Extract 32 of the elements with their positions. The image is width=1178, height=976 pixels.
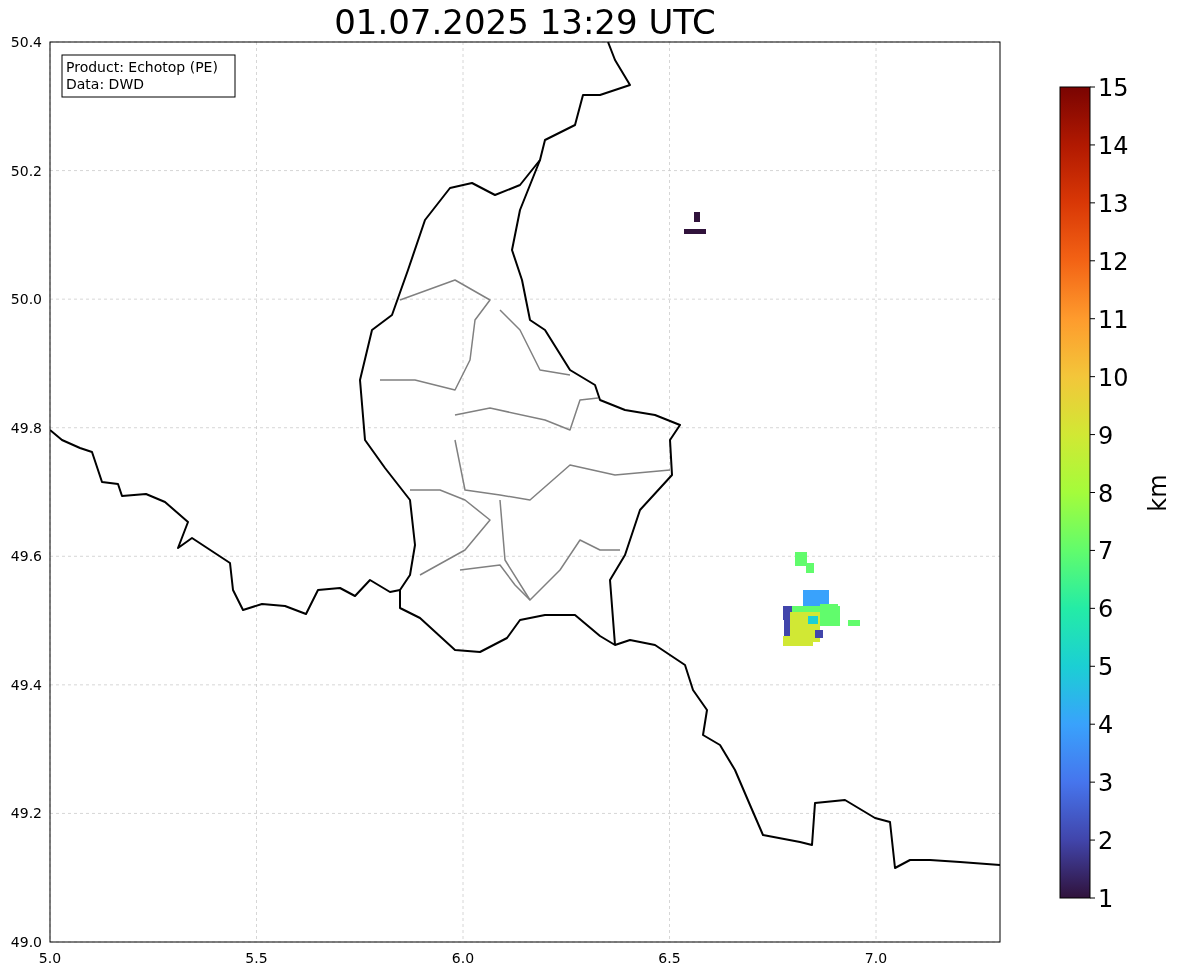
y-tick-label: 50.2 — [10, 162, 42, 179]
colorbar-tick-label: 5 — [1098, 653, 1114, 682]
colorbar-tick-label: 6 — [1098, 595, 1114, 624]
y-tick-label: 49.2 — [10, 805, 42, 822]
colorbar-label: km — [1144, 474, 1172, 512]
x-tick-label: 5.5 — [245, 950, 268, 966]
colorbar-tick-label: 9 — [1098, 421, 1114, 450]
y-tick-label: 49.6 — [10, 548, 42, 565]
colorbar-tick-label: 14 — [1098, 131, 1129, 160]
info-text: Product: Echotop (PE) — [66, 59, 218, 75]
y-tick-label: 49.8 — [10, 419, 42, 436]
x-tick-label: 5.0 — [38, 950, 62, 966]
colorbar-tick-label: 1 — [1098, 885, 1114, 913]
plot-title: 01.07.2025 13:29 UTC — [334, 2, 716, 42]
y-tick-label: 49.0 — [10, 934, 42, 950]
info-text: Data: DWD — [66, 76, 144, 92]
colorbar-tick-label: 10 — [1098, 363, 1129, 392]
x-tick-label: 6.5 — [658, 950, 681, 966]
x-tick-label: 6.0 — [451, 950, 475, 966]
colorbar-tick-label: 3 — [1098, 769, 1114, 798]
colorbar-tick-label: 11 — [1098, 305, 1129, 334]
y-tick-label: 50.4 — [10, 34, 42, 50]
colorbar-tick-label: 13 — [1098, 189, 1129, 218]
colorbar-tick-label: 8 — [1098, 479, 1114, 508]
x-tick-label: 7.0 — [864, 950, 888, 966]
colorbar-tick-label: 4 — [1098, 711, 1114, 740]
colorbar-tick-label: 7 — [1098, 537, 1114, 566]
y-tick-label: 50.0 — [10, 291, 42, 308]
y-tick-label: 49.4 — [10, 676, 42, 693]
colorbar-tick-label: 2 — [1098, 827, 1114, 856]
colorbar-tick-label: 15 — [1098, 74, 1129, 102]
colorbar-tick-label: 12 — [1098, 247, 1129, 276]
